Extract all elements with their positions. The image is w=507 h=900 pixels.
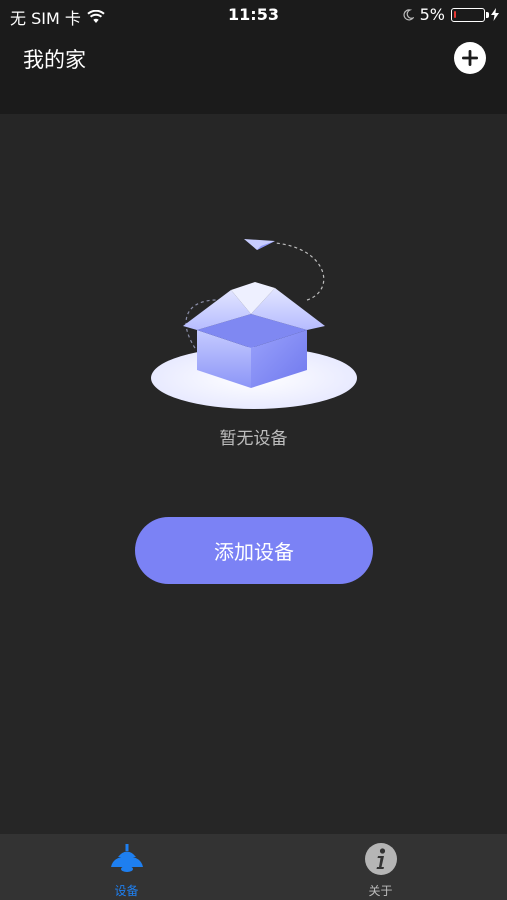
moon-icon: [403, 8, 414, 20]
tab-devices[interactable]: 设备: [0, 834, 253, 900]
screen: 无 SIM 卡 11:53 5% 我的家 暂无设备 添加设备 设备 关于: [0, 0, 507, 900]
tab-devices-label: 设备: [114, 884, 139, 898]
add-device-button[interactable]: 添加设备: [135, 517, 373, 584]
empty-state-text: 暂无设备: [219, 429, 288, 449]
empty-box-illustration: [151, 239, 357, 409]
tab-about[interactable]: 关于: [254, 834, 507, 900]
charging-icon: [491, 8, 499, 21]
plus-icon: [462, 50, 478, 66]
add-button[interactable]: [454, 42, 486, 74]
info-icon: [364, 843, 397, 875]
battery-percent: 5%: [419, 5, 445, 24]
lamp-icon: [110, 844, 143, 872]
page-title: 我的家: [23, 48, 86, 72]
tab-about-label: 关于: [368, 884, 393, 898]
tab-bar: 设备 关于: [0, 834, 507, 900]
battery-level: [454, 10, 456, 18]
battery-icon: [451, 7, 489, 22]
status-right: 5%: [402, 5, 499, 24]
status-bar: 无 SIM 卡 11:53 5%: [0, 0, 507, 30]
top-bar: 无 SIM 卡 11:53 5% 我的家: [0, 0, 507, 114]
